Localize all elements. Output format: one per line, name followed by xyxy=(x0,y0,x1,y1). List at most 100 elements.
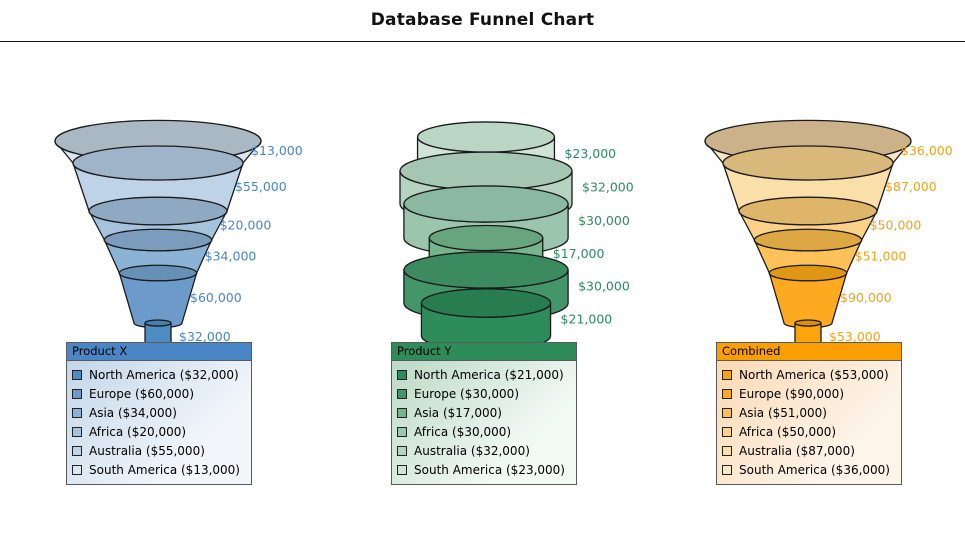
legend-swatch-icon[interactable] xyxy=(722,388,732,399)
legend-item[interactable]: Europe ($30,000) xyxy=(397,384,571,403)
funnel-chart-product-x[interactable]: $13,000 $55,000 $20,000 $34,000 $60,000 $32,0… xyxy=(0,42,322,342)
funnel-value-label: $55,000 xyxy=(235,179,287,194)
legend-item[interactable]: South America ($23,000) xyxy=(397,460,571,479)
legend-item-label: Europe ($60,000) xyxy=(89,386,194,401)
legend-swatch-icon[interactable] xyxy=(397,464,407,475)
legend-swatch-icon[interactable] xyxy=(72,464,82,475)
funnel-segment-top[interactable] xyxy=(403,185,569,223)
legend-item-label: South America ($36,000) xyxy=(739,462,890,477)
funnel-value-label: $87,000 xyxy=(885,179,937,194)
legend-item[interactable]: North America ($32,000) xyxy=(72,365,246,384)
funnel-value-label: $50,000 xyxy=(870,218,922,233)
legend-item-label: North America ($21,000) xyxy=(414,367,564,382)
legend-header-label: Product X xyxy=(67,343,251,361)
legend-item[interactable]: South America ($13,000) xyxy=(72,460,246,479)
funnel-svg: $36,000 $87,000 $50,000 $51,000 $90,000 $53,0… xyxy=(704,119,953,342)
legend-item[interactable]: Australia ($32,000) xyxy=(397,441,571,460)
funnel-segment-top[interactable] xyxy=(416,121,556,153)
legend-item-label: Australia ($87,000) xyxy=(739,443,855,458)
funnel-svg: $13,000 $55,000 $20,000 $34,000 $60,000 $32,0… xyxy=(54,119,303,342)
funnel-value-label: $53,000 xyxy=(829,329,881,342)
legend-swatch-icon[interactable] xyxy=(397,388,407,399)
legend-swatch-icon[interactable] xyxy=(722,464,732,475)
legend-swatch-icon[interactable] xyxy=(722,369,732,380)
page-title: Database Funnel Chart xyxy=(370,10,595,30)
legend-item[interactable]: Africa ($30,000) xyxy=(397,422,571,441)
funnel-value-label: $21,000 xyxy=(561,311,613,326)
funnel-segment-top[interactable] xyxy=(118,264,198,282)
funnel-value-label: $32,000 xyxy=(179,329,231,342)
funnel-segment-top[interactable] xyxy=(144,319,172,327)
funnel-segment-top[interactable] xyxy=(794,319,822,327)
legend-item[interactable]: North America ($21,000) xyxy=(397,365,571,384)
legend-item-label: Europe ($30,000) xyxy=(414,386,519,401)
legend-swatch-icon[interactable] xyxy=(397,369,407,380)
legend-item[interactable]: South America ($36,000) xyxy=(722,460,896,479)
legend-swatch-icon[interactable] xyxy=(72,388,82,399)
legend-item[interactable]: Asia ($34,000) xyxy=(72,403,246,422)
legend-item-label: Africa ($20,000) xyxy=(89,424,187,439)
funnel-value-label: $32,000 xyxy=(582,179,634,194)
legend-item[interactable]: Africa ($50,000) xyxy=(722,422,896,441)
legend-items-product-x: North America ($32,000) Europe ($60,000) A… xyxy=(67,361,251,484)
legends-row: Product X North America ($32,000) Europe … xyxy=(0,342,965,522)
legend-swatch-icon[interactable] xyxy=(722,445,732,456)
legend-combined[interactable]: Combined North America ($53,000) Europe (… xyxy=(716,342,902,485)
legend-item[interactable]: Australia ($87,000) xyxy=(722,441,896,460)
legend-item[interactable]: North America ($53,000) xyxy=(722,365,896,384)
funnel-segment-top[interactable] xyxy=(399,151,573,191)
funnel-value-label: $17,000 xyxy=(553,246,605,261)
funnel-segment-top[interactable] xyxy=(72,145,244,181)
legend-item[interactable]: Asia ($51,000) xyxy=(722,403,896,422)
legend-item[interactable]: Europe ($90,000) xyxy=(722,384,896,403)
legend-swatch-icon[interactable] xyxy=(397,445,407,456)
funnel-value-label: $20,000 xyxy=(220,218,272,233)
legend-swatch-icon[interactable] xyxy=(397,407,407,418)
funnel-segment-top[interactable] xyxy=(428,224,544,252)
legend-item-label: North America ($32,000) xyxy=(89,367,239,382)
funnel-chart-combined[interactable]: $36,000 $87,000 $50,000 $51,000 $90,000 $53,0… xyxy=(644,42,965,342)
legend-item[interactable]: Australia ($55,000) xyxy=(72,441,246,460)
legend-swatch-icon[interactable] xyxy=(722,407,732,418)
legend-swatch-icon[interactable] xyxy=(72,426,82,437)
legend-item-label: Asia ($17,000) xyxy=(414,405,502,420)
funnel-svg: $23,000 $32,000 $30,000 $17,000 $30,000 $21,0… xyxy=(399,121,634,342)
funnel-value-label: $90,000 xyxy=(840,290,892,305)
funnel-segment-top[interactable] xyxy=(753,228,863,252)
funnel-value-label: $13,000 xyxy=(251,143,303,158)
legend-item-label: South America ($13,000) xyxy=(89,462,240,477)
funnel-segment-top[interactable] xyxy=(103,228,213,252)
funnel-value-label: $60,000 xyxy=(190,290,242,305)
legend-swatch-icon[interactable] xyxy=(72,445,82,456)
funnel-value-label: $30,000 xyxy=(578,278,630,293)
legend-swatch-icon[interactable] xyxy=(722,426,732,437)
legend-items-product-y: North America ($21,000) Europe ($30,000) A… xyxy=(392,361,576,484)
funnel-value-label: $34,000 xyxy=(205,249,257,264)
funnel-chart-product-y[interactable]: $23,000 $32,000 $30,000 $17,000 $30,000 $21,0… xyxy=(322,42,644,342)
funnel-segment-top[interactable] xyxy=(420,288,552,318)
legend-item-label: Africa ($50,000) xyxy=(739,424,837,439)
legend-header-label: Product Y xyxy=(392,343,576,361)
legend-item[interactable]: Asia ($17,000) xyxy=(397,403,571,422)
legend-item-label: Africa ($30,000) xyxy=(414,424,512,439)
legend-item-label: North America ($53,000) xyxy=(739,367,889,382)
funnel-charts-row: $13,000 $55,000 $20,000 $34,000 $60,000 $32,0… xyxy=(0,42,965,342)
legend-swatch-icon[interactable] xyxy=(72,407,82,418)
legend-product-x[interactable]: Product X North America ($32,000) Europe … xyxy=(66,342,252,485)
legend-item[interactable]: Africa ($20,000) xyxy=(72,422,246,441)
legend-item[interactable]: Europe ($60,000) xyxy=(72,384,246,403)
legend-product-y[interactable]: Product Y North America ($21,000) Europe … xyxy=(391,342,577,485)
funnel-segment-top[interactable] xyxy=(738,196,878,226)
funnel-segment-top[interactable] xyxy=(768,264,848,282)
legend-item-label: South America ($23,000) xyxy=(414,462,565,477)
legend-item-label: Australia ($55,000) xyxy=(89,443,205,458)
funnel-segment-top[interactable] xyxy=(403,251,569,289)
legend-swatch-icon[interactable] xyxy=(72,369,82,380)
legend-swatch-icon[interactable] xyxy=(397,426,407,437)
legend-items-combined: North America ($53,000) Europe ($90,000) A… xyxy=(717,361,901,484)
funnel-value-label: $36,000 xyxy=(901,143,953,158)
funnel-value-label: $30,000 xyxy=(578,213,630,228)
funnel-segment-top[interactable] xyxy=(722,145,894,181)
funnel-segment-top[interactable] xyxy=(88,196,228,226)
legend-item-label: Europe ($90,000) xyxy=(739,386,844,401)
